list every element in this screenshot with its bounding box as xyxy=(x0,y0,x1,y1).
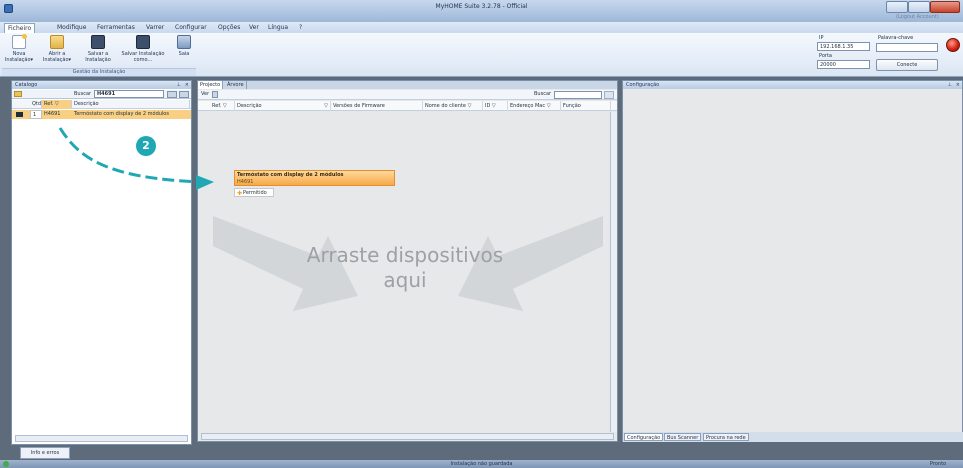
tutorial-arrow-overlay xyxy=(58,127,214,190)
dashed-arrow xyxy=(58,127,201,184)
arrow-head xyxy=(196,175,214,190)
step-badge: 2 xyxy=(136,136,156,156)
